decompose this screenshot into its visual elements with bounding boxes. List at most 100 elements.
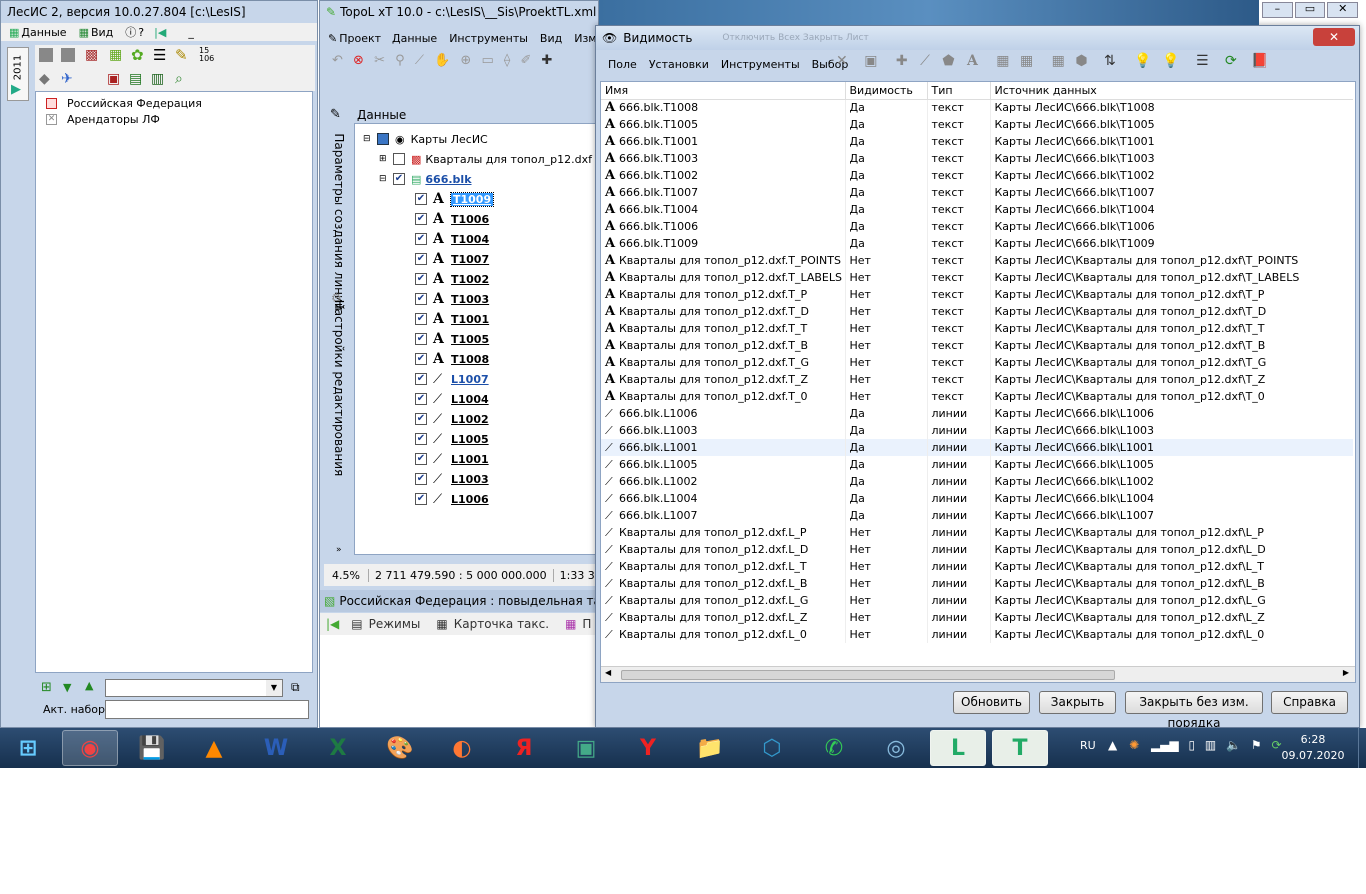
table-row[interactable]: A 666.blk.T1009 Да текст Карты ЛесИС\666.blk… bbox=[601, 235, 1353, 252]
expand-icon[interactable]: ⊞ bbox=[379, 154, 393, 164]
tree-text-layer[interactable]: ✔ A T1004 bbox=[415, 229, 489, 249]
table-row[interactable]: A 666.blk.T1005 Да текст Карты ЛесИС\666.blk… bbox=[601, 116, 1353, 133]
layer-checkbox[interactable]: ✔ bbox=[415, 193, 427, 205]
project-menu-icon[interactable]: ✎ bbox=[324, 32, 339, 45]
map-icon[interactable]: ▦ bbox=[109, 47, 122, 63]
refresh-button[interactable]: Обновить bbox=[953, 691, 1030, 714]
draw-icon[interactable]: ✐ bbox=[520, 53, 531, 68]
table-row[interactable]: A 666.blk.T1008 Да текст Карты ЛесИС\666.blk… bbox=[601, 99, 1353, 116]
lang-indicator[interactable]: RU bbox=[1080, 739, 1096, 752]
add-line-icon[interactable]: ⟋ bbox=[920, 53, 930, 69]
blk-checkbox[interactable]: ✔ bbox=[393, 173, 405, 185]
table-row[interactable]: A Кварталы для топол_p12.dxf.T_LABELS Нет т… bbox=[601, 269, 1353, 286]
horizontal-scrollbar[interactable]: ◀ ▶ bbox=[601, 666, 1355, 682]
plus-icon[interactable]: ✚ bbox=[542, 53, 553, 68]
table-row[interactable]: A 666.blk.T1002 Да текст Карты ЛесИС\666.blk… bbox=[601, 167, 1353, 184]
minimize-panel-icon[interactable]: _ bbox=[182, 26, 200, 39]
scroll-left-icon[interactable]: ◀ bbox=[605, 668, 611, 677]
col-name-header[interactable]: Имя bbox=[601, 82, 846, 100]
minimize-icon[interactable]: – bbox=[1262, 2, 1293, 18]
pan-icon[interactable]: ⊕ bbox=[460, 53, 471, 68]
lesis-titlebar[interactable]: ЛесИС 2, версия 10.0.27.804 [c:\LesIS] bbox=[1, 1, 317, 23]
tree-kv[interactable]: ⊞ ▩ Кварталы для топол_p12.dxf bbox=[379, 149, 592, 169]
layer-stack2-icon[interactable]: ▦ bbox=[1020, 53, 1033, 69]
layer-checkbox[interactable]: ✔ bbox=[415, 253, 427, 265]
add-polygon-icon[interactable]: ⬟ bbox=[942, 53, 954, 69]
calc-icon[interactable]: ▥ bbox=[151, 71, 164, 87]
table-row[interactable]: ⟋ 666.blk.L1006 Да линии Карты ЛесИС\666.blk… bbox=[601, 405, 1353, 422]
arrow-up-icon[interactable]: ▲ bbox=[85, 679, 93, 692]
tree-text-layer[interactable]: ✔ A T1005 bbox=[415, 329, 489, 349]
volume-icon[interactable]: 🔈 bbox=[1226, 738, 1241, 752]
layer-checkbox[interactable]: ✔ bbox=[415, 293, 427, 305]
table-row[interactable]: A Кварталы для топол_p12.dxf.T_T Нет текст К… bbox=[601, 320, 1353, 337]
play-icon[interactable]: ▶ bbox=[11, 82, 21, 97]
col-visibility-header[interactable]: Видимость bbox=[845, 82, 928, 100]
tree-line-layer[interactable]: ✔ ⟋ L1006 bbox=[415, 489, 489, 509]
collapse-icon[interactable]: ⊟ bbox=[379, 174, 393, 184]
window-close-icon[interactable]: ✕ bbox=[1327, 2, 1359, 18]
tag-icon[interactable]: ✈ bbox=[61, 71, 73, 87]
table-row[interactable]: ⟋ Кварталы для топол_p12.dxf.L_Z Нет линии К… bbox=[601, 609, 1353, 626]
scroll-thumb[interactable] bbox=[621, 670, 1115, 680]
data-menu-icon[interactable]: ▦ bbox=[1, 26, 21, 39]
table-row[interactable]: A Кварталы для топол_p12.dxf.T_Z Нет текст К… bbox=[601, 371, 1353, 388]
table-row[interactable]: ⟋ 666.blk.L1004 Да линии Карты ЛесИС\666.blk… bbox=[601, 490, 1353, 507]
sort-icon[interactable]: ⇅ bbox=[1104, 53, 1116, 69]
add-icon[interactable]: ⊞ bbox=[41, 680, 52, 695]
vertex-icon[interactable]: ⟠ bbox=[504, 53, 510, 68]
bulb-icon[interactable]: 💡 bbox=[1162, 53, 1179, 69]
word-icon[interactable]: W bbox=[254, 730, 298, 766]
snap-icon[interactable]: ⟋ bbox=[415, 53, 424, 68]
book-icon[interactable]: 📕 bbox=[1251, 53, 1268, 69]
table-row[interactable]: ⟋ Кварталы для топол_p12.dxf.L_P Нет линии К… bbox=[601, 524, 1353, 541]
scroll-right-icon[interactable]: ▶ bbox=[1343, 668, 1349, 677]
bulb-off-icon[interactable]: 💡 bbox=[1134, 53, 1151, 69]
table-icon[interactable]: ▤ bbox=[129, 71, 142, 87]
excel-icon[interactable]: X bbox=[316, 730, 360, 766]
collapse-icon[interactable]: ⊟ bbox=[363, 134, 377, 144]
col-type-header[interactable]: Тип bbox=[927, 82, 991, 100]
layer-checkbox[interactable]: ✔ bbox=[415, 213, 427, 225]
col-source-header[interactable]: Источник данных bbox=[990, 82, 1353, 100]
menu-project[interactable]: Проект bbox=[339, 32, 386, 45]
menu-tools[interactable]: Инструменты bbox=[443, 32, 534, 45]
table-row[interactable]: A Кварталы для топол_p12.dxf.T_D Нет текст К… bbox=[601, 303, 1353, 320]
maximize-icon[interactable]: ▭ bbox=[1294, 2, 1326, 18]
close-no-order-button[interactable]: Закрыть без изм. порядка bbox=[1125, 691, 1263, 727]
table-row[interactable]: A 666.blk.T1003 Да текст Карты ЛесИС\666.blk… bbox=[601, 150, 1353, 167]
layer-checkbox[interactable]: ✔ bbox=[415, 373, 427, 385]
pencil-icon[interactable]: ✎ bbox=[175, 46, 188, 64]
tree-item-rf[interactable]: Российская Федерация bbox=[46, 97, 202, 110]
menu-settings[interactable]: Установки bbox=[643, 58, 715, 71]
hand-icon[interactable]: ✋ bbox=[434, 53, 450, 68]
list-icon[interactable]: ☰ bbox=[153, 46, 166, 64]
add-text-icon[interactable]: A bbox=[967, 53, 978, 69]
menu-help[interactable]: ? bbox=[138, 26, 148, 39]
tab-card[interactable]: Карточка такс. bbox=[454, 617, 549, 631]
menu-tools[interactable]: Инструменты bbox=[715, 58, 806, 71]
menu-data[interactable]: Данные bbox=[386, 32, 443, 45]
table-row[interactable]: ⟋ 666.blk.L1003 Да линии Карты ЛесИС\666.blk… bbox=[601, 422, 1353, 439]
node-icon[interactable]: ⚲ bbox=[395, 53, 405, 68]
kaspersky-icon[interactable]: ▣ bbox=[564, 730, 608, 766]
signal-icon[interactable]: ▂▄▆ bbox=[1151, 738, 1179, 752]
table-row[interactable]: ⟋ 666.blk.L1005 Да линии Карты ЛесИС\666.blk… bbox=[601, 456, 1353, 473]
tree-root[interactable]: ⊟ ◉ Карты ЛесИС bbox=[363, 129, 488, 149]
tab-modes[interactable]: Режимы bbox=[369, 617, 421, 631]
add-point-icon[interactable]: ✚ bbox=[896, 53, 908, 69]
sub-window-titlebar[interactable]: ▧ Российская Федерация : повыдельная так… bbox=[320, 590, 598, 612]
topol-titlebar[interactable]: ✎ TopoL xT 10.0 - c:\LesIS\__Sis\ProektT… bbox=[320, 1, 598, 23]
table-row[interactable]: ⟋ Кварталы для топол_p12.dxf.L_T Нет линии К… bbox=[601, 558, 1353, 575]
tree-line-layer[interactable]: ✔ ⟋ L1007 bbox=[415, 369, 489, 389]
help-button[interactable]: Справка bbox=[1271, 691, 1348, 714]
lesis-icon[interactable]: L bbox=[930, 730, 986, 766]
measure-icon[interactable]: ▭ bbox=[481, 53, 493, 68]
tree-text-layer[interactable]: ✔ A T1002 bbox=[415, 269, 489, 289]
tab-p[interactable]: П bbox=[582, 617, 591, 631]
table-row[interactable]: A Кварталы для топол_p12.dxf.T_P Нет текст К… bbox=[601, 286, 1353, 303]
vlc-icon[interactable]: ▲ bbox=[192, 730, 236, 766]
table-row[interactable]: ⟋ Кварталы для топол_p12.dxf.L_D Нет линии К… bbox=[601, 541, 1353, 558]
back-icon[interactable]: |◀ bbox=[326, 617, 339, 631]
cut-icon[interactable]: ✂ bbox=[374, 53, 385, 68]
